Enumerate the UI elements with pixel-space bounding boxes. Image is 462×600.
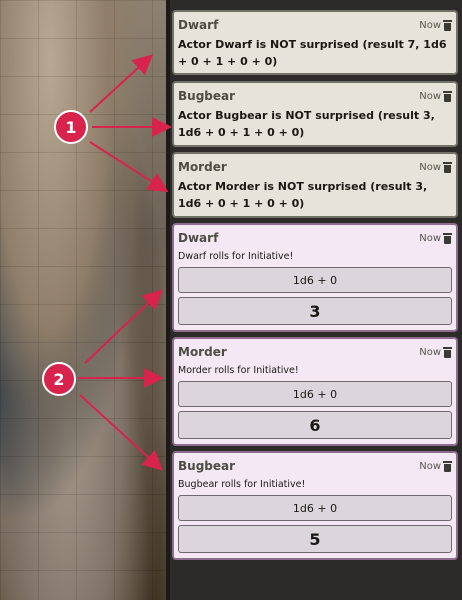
map-grid: [0, 0, 166, 600]
roll-flavor: Morder rolls for Initiative!: [178, 365, 299, 376]
trash-icon[interactable]: [443, 161, 452, 173]
trash-icon[interactable]: [443, 346, 452, 358]
message-speaker: Dwarf: [178, 18, 219, 32]
dice-total: 6: [178, 411, 452, 439]
message-speaker: Morder: [178, 160, 227, 174]
chat-message: Morder Now Actor Morder is NOT surprised…: [172, 152, 458, 218]
roll-flavor: Bugbear rolls for Initiative!: [178, 479, 306, 490]
trash-icon[interactable]: [443, 460, 452, 472]
message-timestamp: Now: [419, 19, 441, 31]
message-timestamp: Now: [419, 460, 441, 472]
message-timestamp: Now: [419, 90, 441, 102]
message-content: Actor Morder is NOT surprised (result 3,…: [178, 180, 428, 210]
chat-message-roll: Morder Now Morder rolls for Initiative! …: [172, 337, 458, 446]
chat-message: Bugbear Now Actor Bugbear is NOT surpris…: [172, 81, 458, 147]
trash-icon[interactable]: [443, 90, 452, 102]
dice-formula[interactable]: 1d6 + 0: [178, 267, 452, 293]
message-timestamp: Now: [419, 346, 441, 358]
dice-formula[interactable]: 1d6 + 0: [178, 495, 452, 521]
message-speaker: Morder: [178, 345, 227, 359]
message-content: Actor Dwarf is NOT surprised (result 7, …: [178, 38, 447, 68]
chat-message: Dwarf Now Actor Dwarf is NOT surprised (…: [172, 10, 458, 75]
message-timestamp: Now: [419, 161, 441, 173]
dice-total: 3: [178, 297, 452, 325]
message-speaker: Dwarf: [178, 231, 219, 245]
chat-message-roll: Dwarf Now Dwarf rolls for Initiative! 1d…: [172, 223, 458, 332]
chat-message-roll: Bugbear Now Bugbear rolls for Initiative…: [172, 451, 458, 560]
message-content: Actor Bugbear is NOT surprised (result 3…: [178, 109, 435, 139]
message-timestamp: Now: [419, 232, 441, 244]
message-speaker: Bugbear: [178, 89, 236, 103]
roll-flavor: Dwarf rolls for Initiative!: [178, 251, 294, 262]
map-canvas[interactable]: [0, 0, 166, 600]
trash-icon[interactable]: [443, 232, 452, 244]
annotation-badge: 2: [42, 362, 76, 396]
annotation-badge: 1: [54, 110, 88, 144]
dice-total: 5: [178, 525, 452, 553]
message-speaker: Bugbear: [178, 459, 236, 473]
trash-icon[interactable]: [443, 19, 452, 31]
dice-formula[interactable]: 1d6 + 0: [178, 381, 452, 407]
